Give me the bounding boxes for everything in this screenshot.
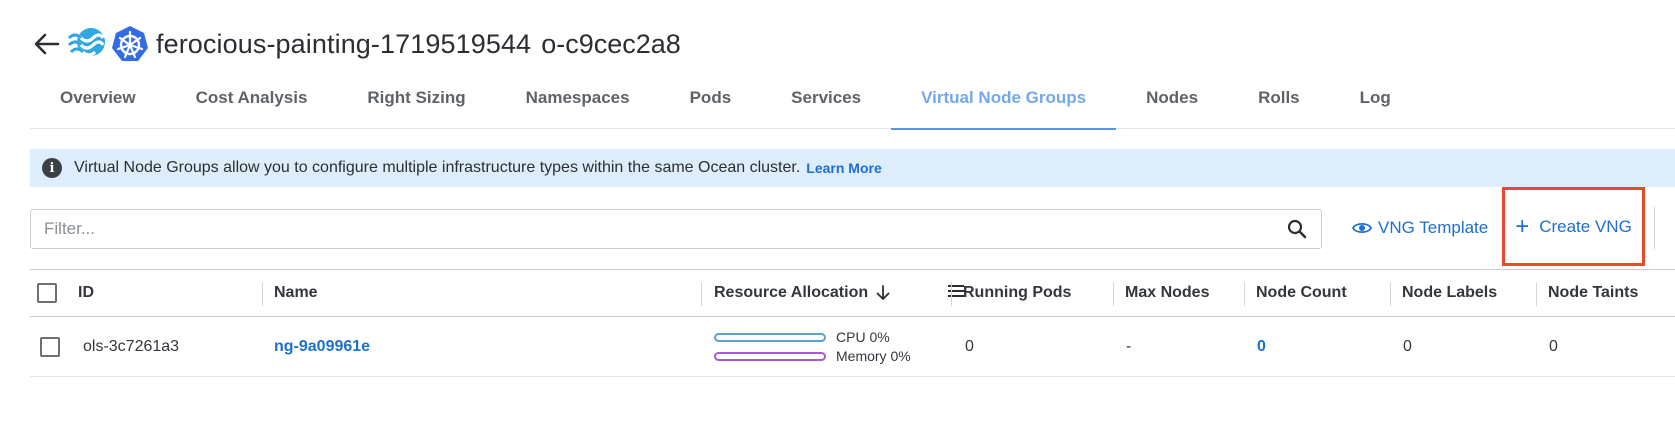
tab-pods[interactable]: Pods [660,67,762,129]
tab-log[interactable]: Log [1330,67,1421,129]
node-taints-value: 0 [1549,337,1558,355]
column-header-node-labels[interactable]: Node Labels [1402,270,1497,316]
column-divider[interactable] [262,282,263,306]
create-vng-label: Create VNG [1539,216,1632,236]
running-pods-value: 0 [965,337,974,355]
memory-bar [714,351,826,361]
tab-overview[interactable]: Overview [30,67,166,129]
arrow-down-icon[interactable] [876,285,890,301]
cpu-bar [714,332,826,342]
row-checkbox[interactable] [40,336,60,357]
info-icon: i [42,158,62,178]
select-all-cell [37,270,57,316]
vng-id: ols-3c7261a3 [83,337,180,355]
cpu-allocation: CPU 0% [714,329,890,345]
search-icon[interactable] [1285,217,1309,241]
memory-allocation: Memory 0% [714,348,911,364]
column-divider[interactable] [1536,282,1537,306]
tab-nodes[interactable]: Nodes [1116,67,1228,129]
column-header-max-nodes[interactable]: Max Nodes [1125,270,1209,316]
vng-table: ID Name Resource Allocation Running Pods… [30,269,1675,377]
toolbar-divider [1654,207,1655,249]
tab-virtual-node-groups[interactable]: Virtual Node Groups [891,67,1117,130]
tab-services[interactable]: Services [761,67,891,129]
column-divider[interactable] [1244,282,1245,306]
cluster-id: o-c9cec2a8 [541,28,681,59]
node-count-link[interactable]: 0 [1257,317,1266,376]
info-text: Virtual Node Groups allow you to configu… [74,159,801,176]
page-title: ferocious-painting-1719519544 [156,28,532,59]
page-header: ferocious-painting-1719519544 o-c9cec2a8 [30,16,681,72]
filter-input[interactable] [44,219,1285,239]
column-divider[interactable] [701,282,702,306]
vng-template-button[interactable]: VNG Template [1352,214,1488,242]
info-banner: i Virtual Node Groups allow you to confi… [30,149,1675,187]
column-divider[interactable] [1113,282,1114,306]
memory-label: Memory 0% [836,348,911,364]
cpu-label: CPU 0% [836,329,890,345]
node-labels-value: 0 [1403,337,1412,355]
tab-bar: Overview Cost Analysis Right Sizing Name… [30,67,1675,130]
tab-right-sizing[interactable]: Right Sizing [337,67,495,129]
table-header: ID Name Resource Allocation Running Pods… [30,269,1675,317]
column-header-name[interactable]: Name [274,270,318,316]
vng-name-link[interactable]: ng-9a09961e [274,317,370,376]
kubernetes-icon [110,24,150,64]
tab-cost-analysis[interactable]: Cost Analysis [166,67,338,129]
column-header-node-taints[interactable]: Node Taints [1548,270,1638,316]
column-header-running-pods[interactable]: Running Pods [963,270,1071,316]
column-header-id[interactable]: ID [78,270,94,316]
max-nodes-value: - [1126,337,1132,355]
plus-icon: + [1515,212,1530,240]
filter-field [30,209,1322,249]
ocean-waves-icon [66,24,106,64]
column-divider[interactable] [1390,282,1391,306]
column-divider[interactable] [951,282,952,306]
vng-template-label: VNG Template [1378,218,1489,237]
column-header-resource-allocation[interactable]: Resource Allocation [714,270,890,316]
select-all-checkbox[interactable] [37,283,57,303]
row-select-cell [40,317,60,376]
eye-icon [1352,220,1372,236]
resource-allocation-label: Resource Allocation [714,284,869,301]
table-row[interactable]: ols-3c7261a3 ng-9a09961e CPU 0% Memory 0… [30,317,1675,377]
column-header-node-count[interactable]: Node Count [1256,270,1347,316]
create-vng-button[interactable]: + Create VNG [1502,187,1645,266]
tab-rolls[interactable]: Rolls [1228,67,1330,129]
tab-namespaces[interactable]: Namespaces [496,67,660,129]
learn-more-link[interactable]: Learn More [806,160,881,176]
resource-allocation: CPU 0% Memory 0% [714,317,911,376]
back-button[interactable] [30,27,64,61]
arrow-left-icon [34,33,60,55]
